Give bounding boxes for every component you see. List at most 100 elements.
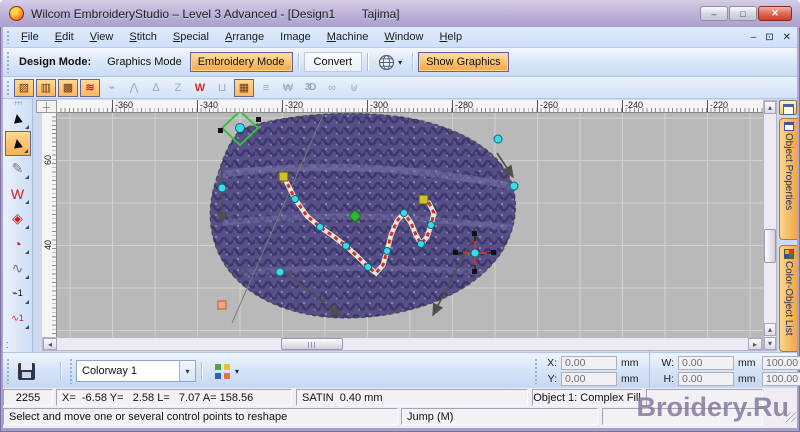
menu-file[interactable]: File [13, 29, 47, 45]
circle-ellipse-tool[interactable]: ◔ [5, 231, 31, 256]
tab-label: Color-Object List [783, 261, 794, 336]
x-input[interactable] [561, 356, 617, 370]
colorway-dropdown-button[interactable]: ▾ [179, 361, 195, 381]
toolbox-overflow[interactable]: ⁚ [6, 341, 12, 350]
selected-object-info: Object 1: Complex Fill [532, 389, 642, 406]
w-label: W: [661, 357, 674, 369]
tatami-fill-icon[interactable]: ▥ [36, 78, 56, 97]
graphics-mode-button[interactable]: Graphics Mode [99, 52, 190, 72]
flexi-split-icon[interactable]: ≋ [80, 78, 100, 97]
toolbar-grip[interactable] [6, 358, 11, 384]
scale-x-input[interactable] [762, 356, 800, 370]
toolbar-grip[interactable] [6, 51, 11, 73]
menu-special[interactable]: Special [165, 29, 217, 45]
mdi-minimize-icon[interactable]: – [751, 32, 757, 43]
thread-colors-button[interactable] [215, 363, 230, 379]
closed-shape-tool[interactable]: ◈ [5, 206, 31, 231]
horizontal-scroll-thumb[interactable] [281, 338, 343, 350]
palette-dropdown-icon[interactable]: ▾ [235, 367, 239, 376]
tatami-pattern-icon[interactable]: ▦ [234, 78, 254, 97]
menu-arrange[interactable]: Arrange [217, 29, 272, 45]
y-label: Y: [547, 373, 557, 385]
toolbar-grip[interactable] [534, 358, 539, 384]
run-stitch-digitize-tool[interactable]: W [5, 181, 31, 206]
scroll-down-button[interactable]: ▾ [764, 337, 776, 350]
sculpture-run-icon[interactable]: ∆ [146, 79, 166, 97]
close-button[interactable]: ✕ [758, 6, 792, 21]
reshape-tool[interactable]: ► [4, 131, 31, 156]
h-input[interactable] [678, 372, 734, 386]
menu-help[interactable]: Help [431, 29, 470, 45]
satin-stitch-icon[interactable]: W [190, 79, 210, 97]
mdi-close-icon[interactable]: ✕ [783, 32, 791, 43]
palette-swatch [224, 372, 230, 379]
maximize-button[interactable]: □ [729, 6, 757, 21]
mdi-restore-icon[interactable]: ⊡ [765, 32, 773, 43]
horizontal-scrollbar[interactable]: ◂ ▸ [42, 337, 763, 351]
program-split-icon[interactable]: ▩ [58, 78, 78, 97]
dropdown-icon: ▾ [398, 57, 403, 67]
tab-object-properties[interactable]: Object Properties [779, 118, 797, 240]
triple-run-digitize-tool[interactable]: ∿1 [5, 306, 31, 331]
run-stitch-icon[interactable]: ⌁ [102, 79, 122, 97]
ruler-label: -280 [452, 100, 473, 112]
panel-properties-button[interactable] [779, 100, 797, 115]
menu-machine[interactable]: Machine [319, 29, 377, 45]
vertical-scroll-thumb[interactable] [764, 229, 776, 263]
scroll-up-button[interactable]: ▴ [764, 101, 776, 114]
accordion-spacing-icon[interactable]: ≡ [256, 79, 276, 97]
toolbar-grip[interactable] [14, 101, 22, 105]
convert-button[interactable]: Convert [303, 52, 363, 72]
3d-warp-icon[interactable]: 3D [300, 79, 320, 97]
e-stitch-icon[interactable]: ⊔ [212, 79, 232, 97]
reshape-object-tool[interactable]: ∿ [5, 256, 31, 281]
ruler-label: -300 [367, 100, 388, 112]
horizontal-ruler[interactable]: -360 -340 -320 -300 -280 -260 -240 -220 [57, 100, 763, 113]
vertical-scrollbar[interactable]: ▴ ▴ ▾ [763, 100, 777, 351]
resize-grip[interactable] [786, 412, 796, 422]
menu-edit[interactable]: Edit [47, 29, 82, 45]
minimize-button[interactable]: – [700, 6, 728, 21]
work-area: ► ► ✎ W ◈ ◔ ∿ ⌁1 ∿1 ⁚ ┼ -360 -340 -320 -… [3, 99, 797, 352]
stumpwork-icon[interactable]: ⊎ [344, 79, 364, 97]
triple-run-icon[interactable]: ⋀ [124, 79, 144, 97]
toolbar-grip[interactable] [6, 80, 11, 95]
menu-image[interactable]: Image [272, 29, 319, 45]
docked-panel-tabs: Object Properties Color-Object List [779, 99, 797, 352]
trapunto-icon[interactable]: ∞ [322, 79, 342, 97]
flexi-fill-icon[interactable]: ₩ [278, 79, 298, 97]
node-curve-icon: ∿ [11, 260, 24, 276]
ruler-ticks [57, 108, 763, 112]
ruler-label: 60 [43, 154, 54, 166]
tab-label: Object Properties [783, 133, 794, 211]
scroll-right-button[interactable]: ▸ [748, 338, 762, 350]
colorway-select[interactable]: Colorway 1 ▾ [76, 360, 196, 382]
w-input[interactable] [678, 356, 734, 370]
show-graphics-button[interactable]: Show Graphics [418, 52, 509, 72]
knife-tool[interactable]: ✎ [5, 156, 31, 181]
menu-window[interactable]: Window [376, 29, 431, 45]
tab-color-object-list[interactable]: Color-Object List [779, 245, 797, 352]
hint-text: Select and move one or several control p… [3, 408, 398, 425]
penetration-run-tool[interactable]: ⌁1 [5, 281, 31, 306]
save-colorway-button[interactable] [13, 358, 39, 384]
zigzag-stitch-icon[interactable]: Z [168, 79, 188, 97]
fusion-fill-icon[interactable]: ▨ [14, 78, 34, 97]
scroll-left-button[interactable]: ◂ [43, 338, 57, 350]
ruler-origin-button[interactable]: ┼ [36, 100, 57, 113]
menu-stitch[interactable]: Stitch [121, 29, 165, 45]
embroidery-mode-button[interactable]: Embroidery Mode [189, 52, 293, 72]
menu-view[interactable]: View [82, 29, 122, 45]
title-bar[interactable]: Wilcom EmbroideryStudio – Level 3 Advanc… [0, 0, 800, 27]
status-bar: 2255 X= -6.58 Y= 2.58 L= 7.07 A= 158.56 … [3, 388, 797, 428]
hoop-globe-button[interactable]: ▾ [373, 51, 407, 74]
vertical-ruler[interactable]: 60 40 [42, 113, 57, 337]
y-input[interactable] [561, 372, 617, 386]
toolbar-grip[interactable] [6, 30, 11, 44]
toolbar-grip[interactable] [69, 358, 74, 384]
scale-y-input[interactable] [762, 372, 800, 386]
design-mode-label: Design Mode: [19, 56, 92, 68]
split-view-button[interactable]: ▴ [764, 323, 776, 336]
design-canvas[interactable] [57, 109, 763, 337]
select-tool[interactable]: ► [5, 106, 31, 131]
